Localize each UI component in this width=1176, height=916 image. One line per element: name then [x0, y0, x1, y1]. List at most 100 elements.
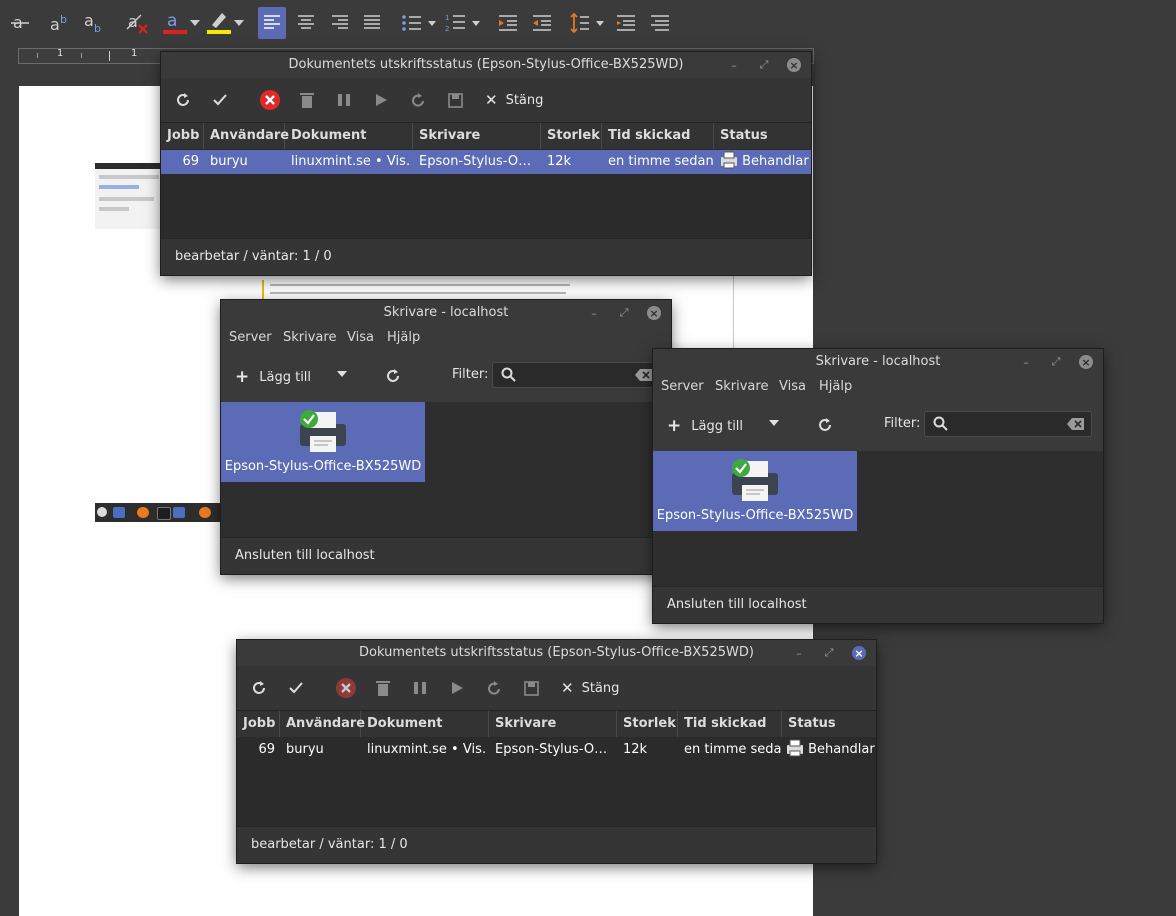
maximize-icon[interactable]: ⤢	[616, 305, 632, 321]
align-left-icon[interactable]	[258, 7, 286, 39]
resume-icon[interactable]	[445, 676, 469, 700]
menu-server[interactable]: Server	[229, 330, 272, 345]
column-header-status[interactable]: Status	[714, 123, 811, 149]
close-icon[interactable]: ×	[852, 646, 866, 660]
printer-tile[interactable]: Epson-Stylus-Office-BX525WD	[653, 451, 857, 531]
close-icon[interactable]: ×	[787, 58, 801, 72]
close-icon[interactable]: ×	[647, 306, 661, 320]
pause-icon[interactable]	[332, 88, 356, 112]
minimize-icon[interactable]: –	[726, 57, 742, 73]
menu-printer[interactable]: Skrivare	[715, 379, 768, 394]
menu-help[interactable]: Hjälp	[387, 330, 420, 345]
refresh-icon[interactable]	[813, 413, 837, 437]
column-header-size[interactable]: Storlek	[541, 123, 602, 149]
reprint-icon[interactable]	[482, 676, 506, 700]
add-printer-button[interactable]: + Lägg till	[235, 367, 311, 387]
save-icon[interactable]	[519, 676, 543, 700]
column-header-time[interactable]: Tid skickad	[602, 123, 714, 149]
menu-view[interactable]: Visa	[347, 330, 374, 345]
close-button[interactable]: ✕ Stäng	[485, 91, 543, 109]
delete-icon[interactable]	[371, 676, 395, 700]
printers-window-back[interactable]: Skrivare - localhost – ⤢ × Server Skriva…	[221, 300, 671, 574]
printer-tile[interactable]: Epson-Stylus-Office-BX525WD	[221, 402, 425, 482]
refresh-icon[interactable]	[247, 676, 271, 700]
paragraph-icon[interactable]	[646, 9, 674, 37]
pause-icon[interactable]	[408, 676, 432, 700]
job-status-window-bottom[interactable]: Dokumentets utskriftsstatus (Epson-Stylu…	[237, 640, 876, 863]
delete-icon[interactable]	[295, 88, 319, 112]
refresh-icon[interactable]	[381, 364, 405, 388]
cancel-job-icon[interactable]	[334, 676, 358, 700]
font-color-dropdown-icon[interactable]	[188, 9, 202, 37]
column-header-document[interactable]: Dokument	[285, 123, 413, 149]
titlebar[interactable]: Dokumentets utskriftsstatus (Epson-Stylu…	[161, 52, 811, 78]
refresh-icon[interactable]	[171, 88, 195, 112]
maximize-icon[interactable]: ⤢	[821, 645, 837, 661]
bullet-list-icon[interactable]	[398, 9, 426, 37]
column-header-printer[interactable]: Skrivare	[413, 123, 541, 149]
column-header-jobb[interactable]: Jobb	[237, 711, 280, 737]
clear-filter-icon[interactable]	[635, 368, 653, 382]
clear-formatting-icon[interactable]: a	[124, 9, 152, 37]
close-icon[interactable]: ×	[1079, 355, 1093, 369]
titlebar[interactable]: Skrivare - localhost – ⤢ ×	[653, 349, 1103, 375]
subscript-icon[interactable]: ab	[80, 9, 108, 37]
menu-server[interactable]: Server	[661, 379, 704, 394]
save-icon[interactable]	[443, 88, 467, 112]
filter-input[interactable]	[924, 411, 1092, 437]
minimize-icon[interactable]: –	[586, 305, 602, 321]
column-header-printer[interactable]: Skrivare	[489, 711, 617, 737]
embedded-screenshot-image[interactable]	[95, 163, 165, 229]
document-text-paragraph[interactable]	[262, 280, 576, 300]
numbered-list-icon[interactable]: 12	[442, 9, 470, 37]
cell-status-label: Behandlar	[808, 742, 875, 757]
column-header-user[interactable]: Användare	[280, 711, 365, 737]
resume-icon[interactable]	[369, 88, 393, 112]
close-button[interactable]: ✕ Stäng	[561, 679, 619, 697]
decrease-indent-icon[interactable]	[528, 9, 556, 37]
paragraph-spacing-icon[interactable]	[612, 9, 640, 37]
highlight-dropdown-icon[interactable]	[232, 9, 246, 37]
clear-filter-icon[interactable]	[1067, 417, 1085, 431]
line-spacing-dropdown-icon[interactable]	[594, 9, 606, 37]
column-header-user[interactable]: Användare	[204, 123, 289, 149]
align-center-icon[interactable]	[292, 9, 320, 37]
column-header-document[interactable]: Dokument	[361, 711, 489, 737]
table-row[interactable]: 69 buryu linuxmint.se • Vis… Epson-Stylu…	[237, 738, 876, 762]
job-status-window-top[interactable]: Dokumentets utskriftsstatus (Epson-Stylu…	[161, 52, 811, 275]
titlebar[interactable]: Skrivare - localhost – ⤢ ×	[221, 300, 671, 326]
reprint-icon[interactable]	[406, 88, 430, 112]
table-row[interactable]: 69 buryu linuxmint.se • Vis… Epson-Stylu…	[161, 150, 811, 174]
minimize-icon[interactable]: –	[791, 645, 807, 661]
superscript-icon[interactable]: ab	[46, 9, 74, 37]
increase-indent-icon[interactable]	[494, 9, 522, 37]
maximize-icon[interactable]: ⤢	[1048, 354, 1064, 370]
menu-help[interactable]: Hjälp	[819, 379, 852, 394]
checkmark-icon[interactable]	[208, 88, 232, 112]
filter-input[interactable]	[492, 362, 660, 388]
add-dropdown-icon[interactable]	[769, 420, 779, 426]
justify-icon[interactable]	[358, 9, 386, 37]
highlight-color-icon[interactable]	[204, 9, 232, 37]
font-color-icon[interactable]: a	[160, 9, 188, 37]
minimize-icon[interactable]: –	[1018, 354, 1034, 370]
column-header-size[interactable]: Storlek	[617, 711, 678, 737]
menu-printer[interactable]: Skrivare	[283, 330, 336, 345]
column-header-jobb[interactable]: Jobb	[161, 123, 204, 149]
column-header-time[interactable]: Tid skickad	[678, 711, 782, 737]
column-header-status[interactable]: Status	[782, 711, 876, 737]
numbered-list-dropdown-icon[interactable]	[470, 9, 482, 37]
svg-text:a: a	[167, 11, 177, 31]
titlebar[interactable]: Dokumentets utskriftsstatus (Epson-Stylu…	[237, 640, 876, 666]
bullet-list-dropdown-icon[interactable]	[426, 9, 438, 37]
strikethrough-icon[interactable]: a	[6, 9, 34, 37]
printers-window-front[interactable]: Skrivare - localhost – ⤢ × Server Skriva…	[653, 349, 1103, 623]
checkmark-icon[interactable]	[284, 676, 308, 700]
add-printer-button[interactable]: + Lägg till	[667, 416, 743, 436]
align-right-icon[interactable]	[326, 9, 354, 37]
add-dropdown-icon[interactable]	[337, 371, 347, 377]
maximize-icon[interactable]: ⤢	[756, 57, 772, 73]
line-spacing-icon[interactable]	[566, 9, 594, 37]
cancel-job-icon[interactable]	[258, 88, 282, 112]
menu-view[interactable]: Visa	[779, 379, 806, 394]
